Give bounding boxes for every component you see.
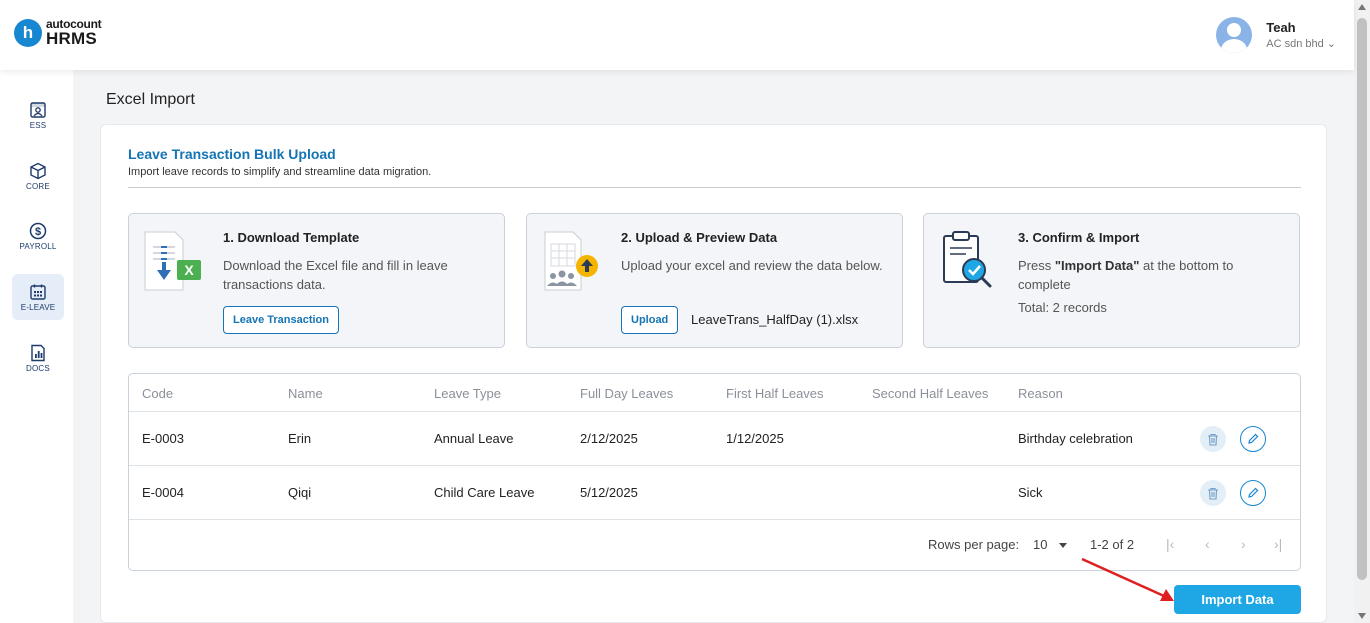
cell-code: E-0004 bbox=[142, 485, 184, 500]
docs-chart-icon bbox=[31, 344, 45, 361]
dropdown-caret-icon bbox=[1059, 543, 1068, 549]
sidebar-label-docs: DOCS bbox=[26, 363, 50, 373]
column-header-name: Name bbox=[288, 386, 323, 401]
pencil-icon bbox=[1248, 487, 1259, 498]
total-records: Total: 2 records bbox=[1018, 300, 1107, 315]
app-logo[interactable]: h autocount HRMS bbox=[14, 18, 102, 48]
page-title: Excel Import bbox=[106, 91, 195, 108]
first-page-icon[interactable]: |‹ bbox=[1166, 536, 1174, 552]
column-header-code: Code bbox=[142, 386, 174, 401]
table-row: E-0003 Erin Annual Leave 2/12/2025 1/12/… bbox=[129, 412, 1300, 466]
svg-text:$: $ bbox=[35, 226, 41, 238]
cell-full-day: 5/12/2025 bbox=[580, 485, 638, 500]
sidebar: ESS CORE $ PAYROLL E-LEAVE DOCS bbox=[0, 70, 73, 623]
core-cube-icon bbox=[30, 162, 46, 179]
dollar-icon: $ bbox=[29, 222, 47, 239]
svg-text:X: X bbox=[184, 262, 194, 278]
sidebar-label-payroll: PAYROLL bbox=[19, 241, 57, 251]
trash-icon bbox=[1208, 487, 1218, 500]
excel-download-icon: X bbox=[144, 231, 201, 291]
download-template-button[interactable]: Leave Transaction bbox=[223, 306, 339, 334]
next-page-icon[interactable]: › bbox=[1241, 536, 1246, 552]
table-header: Code Name Leave Type Full Day Leaves Fir… bbox=[129, 374, 1300, 412]
step-confirm-import: 3. Confirm & Import Press "Import Data" … bbox=[923, 213, 1300, 348]
sidebar-label-ess: ESS bbox=[29, 120, 47, 130]
pencil-icon bbox=[1248, 433, 1259, 444]
cell-reason: Birthday celebration bbox=[1018, 431, 1133, 446]
cell-name: Erin bbox=[288, 431, 312, 446]
card-title: Leave Transaction Bulk Upload bbox=[128, 146, 336, 162]
cell-code: E-0003 bbox=[142, 431, 184, 446]
step-2-title: 2. Upload & Preview Data bbox=[621, 230, 778, 245]
column-header-reason: Reason bbox=[1018, 386, 1063, 401]
uploaded-file-name: LeaveTrans_HalfDay (1).xlsx bbox=[691, 312, 859, 327]
app-header: h autocount HRMS Teah AC sdn bhd ⌄ bbox=[0, 0, 1354, 70]
import-data-button[interactable]: Import Data bbox=[1174, 585, 1301, 614]
cell-leave-type: Child Care Leave bbox=[434, 485, 535, 500]
logo-mark: h bbox=[14, 18, 42, 47]
cell-full-day: 2/12/2025 bbox=[580, 431, 638, 446]
logo-bottom-text: HRMS bbox=[46, 29, 97, 48]
sidebar-item-e-leave[interactable]: E-LEAVE bbox=[12, 274, 64, 320]
step-3-desc-prefix: Press bbox=[1018, 258, 1055, 273]
trash-icon bbox=[1208, 433, 1218, 446]
cell-reason: Sick bbox=[1018, 485, 1043, 500]
step-3-title: 3. Confirm & Import bbox=[1018, 230, 1140, 245]
rows-per-page-label: Rows per page: bbox=[928, 537, 1020, 552]
column-header-leave-type: Leave Type bbox=[434, 386, 501, 401]
sidebar-item-docs[interactable]: DOCS bbox=[12, 335, 64, 381]
upload-button[interactable]: Upload bbox=[621, 306, 679, 334]
sidebar-label-e-leave: E-LEAVE bbox=[20, 302, 56, 312]
divider bbox=[128, 187, 1301, 188]
delete-row-button[interactable] bbox=[1200, 426, 1226, 452]
rows-per-page-select[interactable]: 10 bbox=[1033, 537, 1068, 552]
step-upload-preview: 2. Upload & Preview Data Upload your exc… bbox=[526, 213, 903, 348]
page-scrollbar[interactable] bbox=[1354, 0, 1370, 623]
bulk-upload-card: Leave Transaction Bulk Upload Import lea… bbox=[100, 124, 1327, 623]
step-2-desc: Upload your excel and review the data be… bbox=[621, 258, 883, 273]
delete-row-button[interactable] bbox=[1200, 480, 1226, 506]
previous-page-icon[interactable]: ‹ bbox=[1205, 536, 1210, 552]
scroll-down-arrow-icon[interactable] bbox=[1358, 613, 1366, 619]
pagination-range: 1-2 of 2 bbox=[1090, 537, 1135, 552]
edit-row-button[interactable] bbox=[1240, 480, 1266, 506]
step-1-desc: Download the Excel file and fill in leav… bbox=[223, 258, 448, 292]
ess-icon bbox=[30, 101, 46, 118]
user-name: Teah bbox=[1266, 20, 1296, 35]
card-subtitle: Import leave records to simplify and str… bbox=[128, 166, 432, 178]
scroll-up-arrow-icon[interactable] bbox=[1358, 4, 1366, 10]
leave-preview-table: Code Name Leave Type Full Day Leaves Fir… bbox=[128, 373, 1301, 571]
sidebar-label-core: CORE bbox=[26, 181, 50, 191]
column-header-second-half: Second Half Leaves bbox=[872, 386, 989, 401]
step-3-desc-bold: "Import Data" bbox=[1054, 258, 1140, 273]
table-row: E-0004 Qiqi Child Care Leave 5/12/2025 S… bbox=[129, 466, 1300, 520]
sidebar-item-ess[interactable]: ESS bbox=[12, 92, 64, 138]
last-page-icon[interactable]: ›| bbox=[1274, 536, 1282, 552]
calendar-icon bbox=[30, 284, 46, 300]
upload-preview-icon bbox=[544, 231, 598, 291]
cell-leave-type: Annual Leave bbox=[434, 431, 514, 446]
company-selector[interactable]: AC sdn bhd ⌄ bbox=[1266, 37, 1336, 50]
step-1-title: 1. Download Template bbox=[223, 230, 360, 245]
user-menu[interactable]: Teah AC sdn bhd ⌄ bbox=[1216, 17, 1336, 53]
step-download-template: X 1. Download Template Download the Exce… bbox=[128, 213, 505, 348]
clipboard-check-icon bbox=[943, 231, 992, 288]
edit-row-button[interactable] bbox=[1240, 426, 1266, 452]
table-pagination: Rows per page: 10 1-2 of 2 |‹ ‹ › ›| bbox=[129, 520, 1300, 570]
rows-per-page-value: 10 bbox=[1033, 537, 1048, 552]
column-header-full-day: Full Day Leaves bbox=[580, 386, 674, 401]
sidebar-item-core[interactable]: CORE bbox=[12, 153, 64, 199]
column-header-first-half: First Half Leaves bbox=[726, 386, 824, 401]
scroll-thumb[interactable] bbox=[1357, 18, 1367, 580]
cell-first-half: 1/12/2025 bbox=[726, 431, 784, 446]
cell-name: Qiqi bbox=[288, 485, 312, 500]
avatar[interactable] bbox=[1216, 17, 1253, 53]
sidebar-item-payroll[interactable]: $ PAYROLL bbox=[12, 213, 64, 259]
step-3-desc: Press "Import Data" at the bottom to com… bbox=[1018, 256, 1284, 294]
